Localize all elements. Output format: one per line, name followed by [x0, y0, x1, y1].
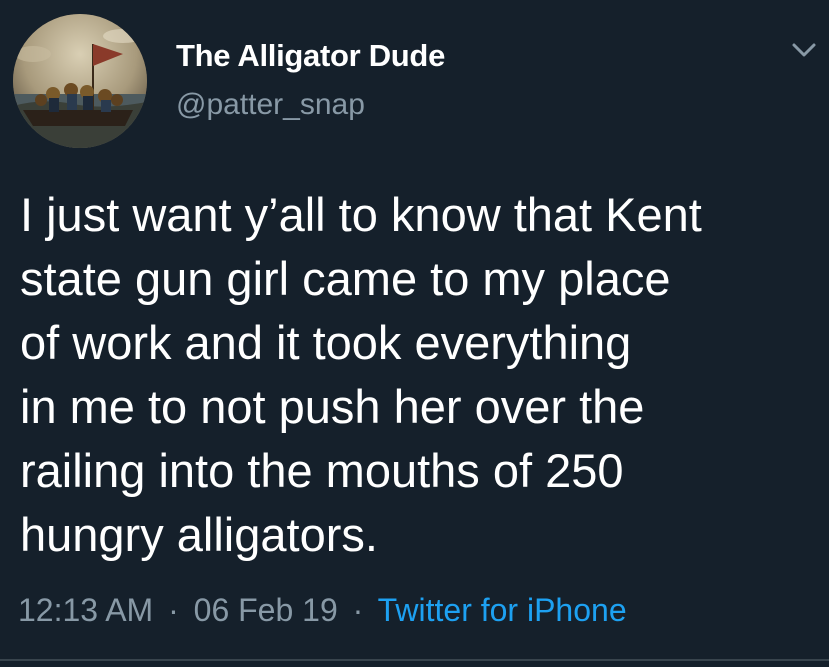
- tweet-time[interactable]: 12:13 AM: [18, 592, 153, 628]
- tweet-text-line: of work and it took everything: [20, 316, 632, 369]
- divider: [0, 659, 829, 661]
- meta-separator: ·: [168, 592, 179, 628]
- tweet-text-line: railing into the mouths of 250: [20, 444, 624, 497]
- tweet-meta: 12:13 AM · 06 Feb 19 · Twitter for iPhon…: [18, 592, 627, 629]
- tweet-text-line: I just want y’all to know that Kent: [20, 188, 702, 241]
- author-display-name[interactable]: The Alligator Dude: [176, 38, 445, 74]
- meta-separator: ·: [352, 592, 364, 628]
- tweet-text-line: in me to not push her over the: [20, 380, 645, 433]
- tweet-source-link[interactable]: Twitter for iPhone: [378, 592, 627, 628]
- tweet-card: The Alligator Dude @patter_snap I just w…: [0, 0, 829, 667]
- tweet-text: I just want y’all to know that Kent stat…: [20, 183, 810, 567]
- tweet-date[interactable]: 06 Feb 19: [194, 592, 338, 628]
- tweet-text-line: state gun girl came to my place: [20, 252, 671, 305]
- painting-avatar-icon: [13, 14, 147, 148]
- avatar[interactable]: [13, 14, 147, 148]
- tweet-text-line: hungry alligators.: [20, 508, 378, 561]
- chevron-down-icon[interactable]: [790, 38, 818, 62]
- author-handle[interactable]: @patter_snap: [176, 88, 365, 122]
